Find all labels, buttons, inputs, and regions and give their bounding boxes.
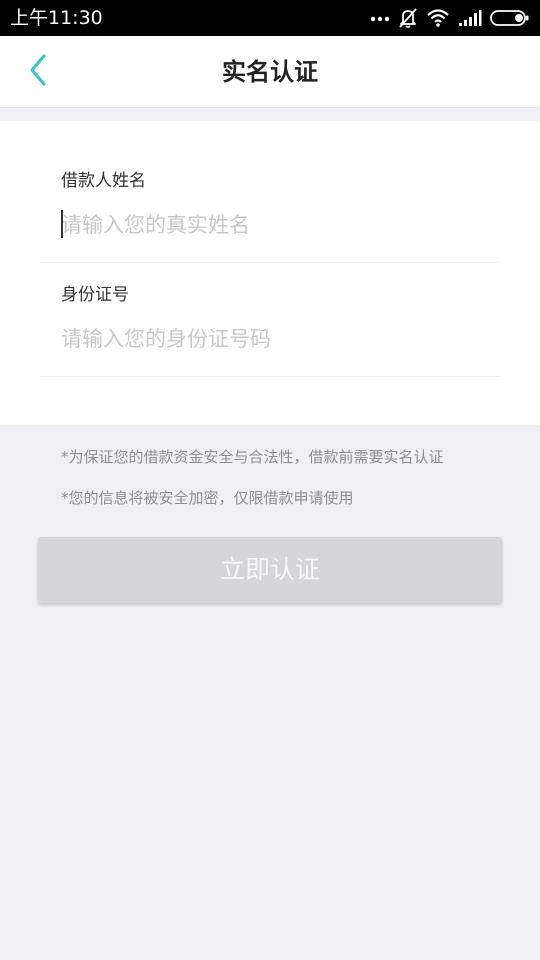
wifi-icon xyxy=(426,8,450,28)
id-number-input[interactable] xyxy=(61,321,481,357)
id-number-label: 身份证号 xyxy=(61,285,129,305)
page-title: 实名认证 xyxy=(222,58,318,86)
security-notice: *为保证您的借款资金安全与合法性，借款前需要实名认证 xyxy=(61,448,444,466)
more-dots-icon xyxy=(370,14,390,22)
signal-icon xyxy=(458,9,482,27)
text-cursor xyxy=(61,210,63,238)
status-bar: 上午11:30 xyxy=(0,0,540,36)
encryption-notice: *您的信息将被安全加密，仅限借款申请使用 xyxy=(61,489,354,507)
nav-bar: 实名认证 xyxy=(0,36,540,108)
verification-form: 借款人姓名 身份证号 xyxy=(0,121,540,425)
verify-now-button[interactable]: 立即认证 xyxy=(38,537,502,603)
id-number-field: 身份证号 xyxy=(40,263,500,377)
borrower-name-input[interactable] xyxy=(61,207,481,243)
notifications-off-icon xyxy=(398,7,418,29)
borrower-name-label: 借款人姓名 xyxy=(61,171,146,191)
status-icons xyxy=(370,6,530,30)
borrower-name-field: 借款人姓名 xyxy=(40,149,500,263)
battery-icon xyxy=(490,9,530,27)
status-time: 上午11:30 xyxy=(10,7,103,29)
